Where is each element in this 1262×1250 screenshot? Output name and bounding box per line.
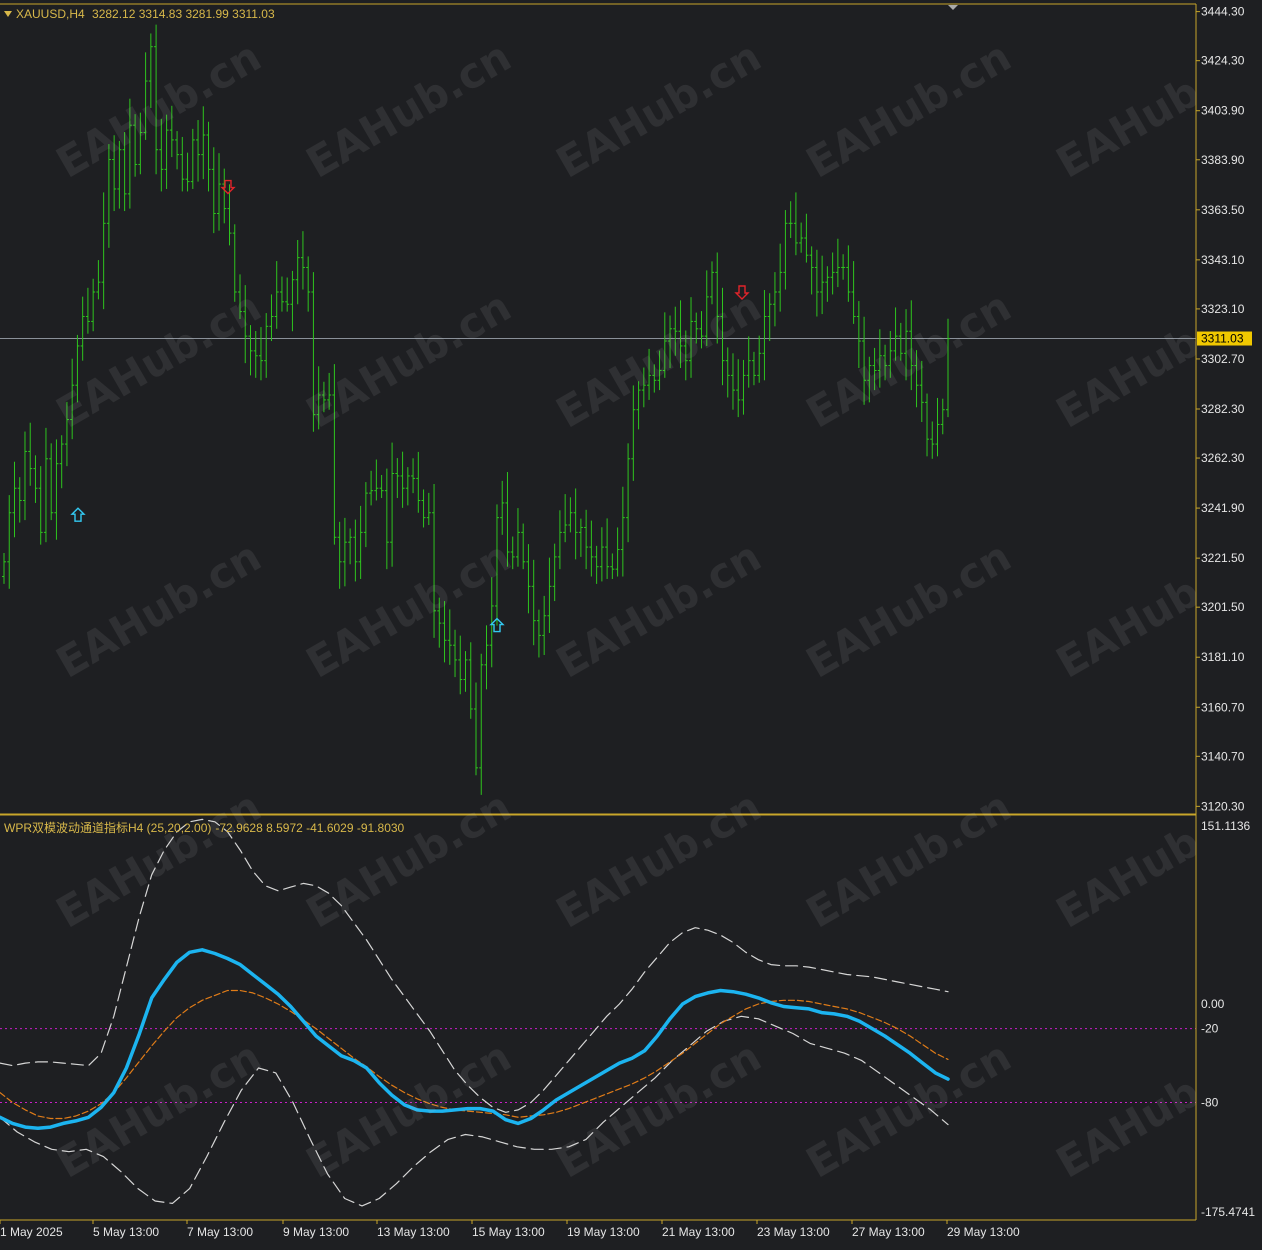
price-tick-label: 3383.90 xyxy=(1201,153,1245,167)
time-tick-label: 13 May 13:00 xyxy=(377,1225,450,1239)
price-tick-label: 3160.70 xyxy=(1201,700,1245,714)
price-tick-label: 3282.30 xyxy=(1201,402,1245,416)
price-tick-label: 3323.10 xyxy=(1201,302,1245,316)
price-tick-label: 3302.70 xyxy=(1201,352,1245,366)
indicator-values: -72.9628 8.5972 -41.6029 -91.8030 xyxy=(215,821,405,835)
price-tick-label: 3363.50 xyxy=(1201,203,1245,217)
price-tick-label: 3424.30 xyxy=(1201,54,1245,68)
collapse-triangle-icon[interactable] xyxy=(4,11,12,17)
chart-canvas: 3444.30 3424.30 3403.90 3383.90 3363.50 3343.… xyxy=(0,0,1262,1250)
ohlc-values: 3282.12 3314.83 3281.99 3311.03 xyxy=(92,7,275,21)
chart-background xyxy=(0,0,1262,1250)
time-tick-label: 1 May 2025 xyxy=(0,1225,63,1239)
time-tick-label: 21 May 13:00 xyxy=(662,1225,735,1239)
indicator-title: WPR双模波动通道指标H4 (25,20,2.00) xyxy=(4,821,212,835)
indicator-tick-label: 0.00 xyxy=(1201,997,1225,1011)
price-tick-label: 3262.30 xyxy=(1201,451,1245,465)
price-tick-label: 3201.50 xyxy=(1201,600,1245,614)
time-tick-label: 27 May 13:00 xyxy=(852,1225,925,1239)
indicator-header[interactable]: WPR双模波动通道指标H4 (25,20,2.00) -72.9628 8.597… xyxy=(4,819,408,836)
price-tick-label: 3444.30 xyxy=(1201,5,1245,19)
price-tick-label: 3343.10 xyxy=(1201,253,1245,267)
symbol-label: XAUUSD,H4 xyxy=(16,7,85,21)
price-tick-label: 3221.50 xyxy=(1201,551,1245,565)
time-tick-label: 7 May 13:00 xyxy=(187,1225,253,1239)
time-tick-label: 9 May 13:00 xyxy=(283,1225,349,1239)
price-tick-label: 3241.90 xyxy=(1201,501,1245,515)
time-tick-label: 19 May 13:00 xyxy=(567,1225,640,1239)
price-tick-label: 3120.30 xyxy=(1201,799,1245,813)
time-tick-label: 29 May 13:00 xyxy=(947,1225,1020,1239)
indicator-tick-label: -20 xyxy=(1201,1022,1219,1036)
price-tick-label: 3181.10 xyxy=(1201,650,1245,664)
indicator-max-label: 151.1136 xyxy=(1201,819,1250,833)
price-tick-label: 3403.90 xyxy=(1201,104,1245,118)
indicator-tick-label: -80 xyxy=(1201,1095,1219,1109)
symbol-header[interactable]: XAUUSD,H4 3282.12 3314.83 3281.99 3311.0… xyxy=(4,7,279,21)
indicator-min-label: -175.4741 xyxy=(1201,1205,1255,1219)
time-tick-label: 15 May 13:00 xyxy=(472,1225,545,1239)
price-tick-label: 3140.70 xyxy=(1201,749,1245,763)
time-tick-label: 23 May 13:00 xyxy=(757,1225,830,1239)
current-price-label: 3311.03 xyxy=(1201,332,1244,346)
time-tick-label: 5 May 13:00 xyxy=(93,1225,159,1239)
